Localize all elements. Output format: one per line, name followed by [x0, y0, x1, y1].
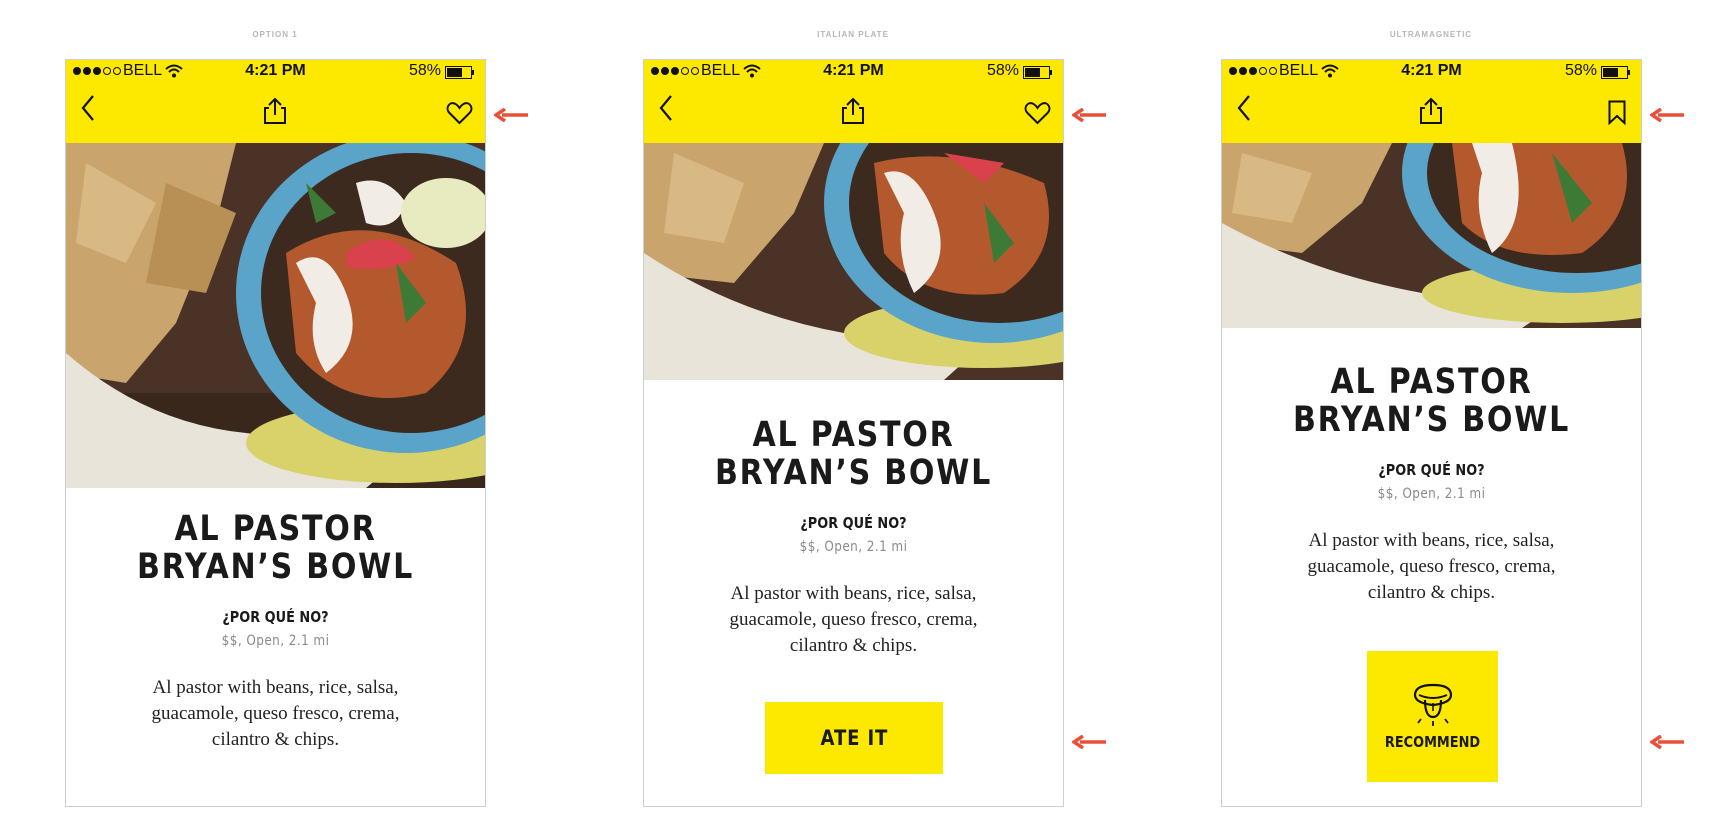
phone-option-1: BELL 4:21 PM 58% AL PASTOR BRYAN’S BOWL …	[65, 59, 486, 807]
top-bar: BELL 4:21 PM 58%	[1222, 60, 1641, 143]
dish-photo	[644, 143, 1063, 380]
battery-icon	[445, 66, 474, 79]
battery-percent: 58%	[1564, 62, 1597, 79]
arrow-indicator	[1072, 108, 1106, 122]
battery-percent: 58%	[408, 62, 441, 79]
option-label-1: OPTION 1	[252, 30, 298, 39]
dish-photo	[1222, 143, 1641, 328]
dish-title-line-1: AL PASTOR	[174, 509, 377, 549]
restaurant-name[interactable]: ¿POR QUÉ NO?	[1251, 461, 1611, 479]
option-label-2: ITALIAN PLATE	[817, 30, 889, 39]
dish-info: AL PASTOR BRYAN’S BOWL ¿POR QUÉ NO? $$, …	[644, 416, 1063, 659]
ate-it-label: ATE IT	[820, 726, 888, 750]
share-icon[interactable]	[1419, 97, 1443, 124]
recommend-label: RECOMMEND	[1384, 733, 1481, 751]
battery-icon	[1023, 66, 1052, 79]
arrow-indicator	[1072, 735, 1106, 749]
restaurant-name[interactable]: ¿POR QUÉ NO?	[673, 514, 1033, 532]
back-icon[interactable]	[658, 94, 674, 122]
restaurant-meta: $$, Open, 2.1 mi	[221, 633, 330, 649]
dish-description: Al pastor with beans, rice, salsa, guaca…	[729, 583, 978, 656]
heart-icon[interactable]	[446, 101, 473, 125]
arrow-indicator	[494, 108, 528, 122]
restaurant-name[interactable]: ¿POR QUÉ NO?	[95, 608, 455, 626]
back-icon[interactable]	[80, 94, 96, 122]
dish-title-line-2: BRYAN’S BOWL	[136, 547, 415, 587]
arrow-indicator	[1650, 108, 1684, 122]
dish-info: AL PASTOR BRYAN’S BOWL ¿POR QUÉ NO? $$, …	[1222, 363, 1641, 606]
phone-option-3: BELL 4:21 PM 58% AL PASTOR BRYAN’S BOWL …	[1221, 59, 1642, 807]
dish-photo	[66, 143, 485, 488]
option-label-3: ULTRAMAGNETIC	[1389, 30, 1473, 39]
share-icon[interactable]	[263, 97, 287, 124]
restaurant-meta: $$, Open, 2.1 mi	[799, 539, 908, 555]
ate-it-button[interactable]: ATE IT	[765, 702, 943, 774]
restaurant-meta: $$, Open, 2.1 mi	[1377, 486, 1486, 502]
status-bar: BELL 4:21 PM 58%	[1222, 60, 1641, 84]
battery-percent: 58%	[986, 62, 1019, 79]
back-icon[interactable]	[1236, 94, 1252, 122]
status-bar: BELL 4:21 PM 58%	[66, 60, 485, 84]
arrow-indicator	[1650, 735, 1684, 749]
heart-icon[interactable]	[1024, 101, 1051, 125]
share-icon[interactable]	[841, 97, 865, 124]
dish-description: Al pastor with beans, rice, salsa, guaca…	[151, 677, 400, 750]
bookmark-icon[interactable]	[1608, 100, 1626, 125]
dish-title-line-2: BRYAN’S BOWL	[1292, 400, 1571, 440]
tongue-icon	[1413, 683, 1453, 726]
dish-title-line-1: AL PASTOR	[1330, 362, 1533, 402]
status-bar: BELL 4:21 PM 58%	[644, 60, 1063, 84]
top-bar: BELL 4:21 PM 58%	[644, 60, 1063, 143]
dish-description: Al pastor with beans, rice, salsa, guaca…	[1307, 530, 1556, 603]
battery-icon	[1601, 66, 1630, 79]
recommend-button[interactable]: RECOMMEND	[1367, 651, 1498, 782]
top-bar: BELL 4:21 PM 58%	[66, 60, 485, 143]
dish-title-line-1: AL PASTOR	[752, 415, 955, 455]
phone-option-2: BELL 4:21 PM 58% AL PASTOR BRYAN’S BOWL …	[643, 59, 1064, 807]
dish-info: AL PASTOR BRYAN’S BOWL ¿POR QUÉ NO? $$, …	[66, 510, 485, 753]
dish-title-line-2: BRYAN’S BOWL	[714, 453, 993, 493]
